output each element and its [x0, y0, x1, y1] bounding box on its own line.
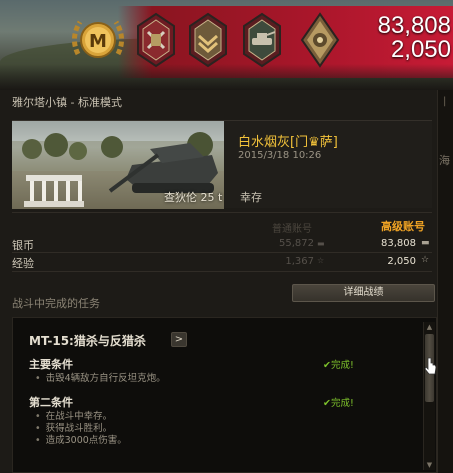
scroll-down-icon[interactable]: ▼: [424, 460, 435, 470]
primary-condition-item: 击毁4辆敌方自行反坦克炮。: [35, 370, 166, 384]
divider: [12, 212, 432, 213]
xp-premium-value: 2,050: [387, 256, 416, 267]
mastery-badge-icon[interactable]: M: [68, 10, 128, 70]
quest-name[interactable]: MT-15:猎杀与反猎杀: [29, 332, 146, 349]
side-divider-icon: |: [443, 96, 447, 107]
banner-totals: 83,808 2,050: [378, 14, 451, 62]
divider: [12, 271, 432, 272]
credits-premium-value: 83,808: [381, 238, 416, 249]
basic-account-header: 普通账号: [272, 224, 312, 235]
tank-name: 查狄伦 25 t: [164, 191, 223, 204]
medal-icon[interactable]: [134, 12, 178, 68]
detailed-report-button[interactable]: 详细战绩: [292, 284, 435, 302]
quest-scrollbar[interactable]: ▲ ▼: [423, 322, 435, 470]
credits-basic-value: 55,872: [279, 238, 314, 249]
banner-xp: 2,050: [390, 36, 451, 63]
xp-star-icon: ☆: [317, 256, 325, 265]
banner-credits: 83,808: [377, 12, 451, 39]
primary-condition-status: ✔完成!: [323, 360, 354, 371]
side-panel-label: 海: [439, 154, 450, 167]
mastery-letter: M: [89, 31, 107, 52]
banner-fade: [0, 64, 453, 90]
map-mode-title: 雅尔塔小镇 - 标准模式: [12, 96, 122, 109]
scroll-up-icon[interactable]: ▲: [424, 322, 435, 332]
survival-status: 幸存: [240, 191, 262, 204]
divider: [12, 252, 432, 253]
battle-datetime: 2015/3/18 10:26: [238, 150, 322, 161]
secondary-condition-item: 造成3000点伤害。: [35, 432, 127, 446]
achievements-banner: M 83,808 2,050: [0, 0, 453, 90]
quest-list: MT-15:猎杀与反猎杀 > 主要条件 ✔完成! 击毁4辆敌方自行反坦克炮。 第…: [12, 317, 437, 473]
credits-icon: ▬: [317, 239, 325, 248]
xp-star-icon: ☆: [421, 255, 430, 265]
secondary-condition-status: ✔完成!: [323, 398, 354, 409]
medal-icon[interactable]: [186, 12, 230, 68]
credits-label: 银币: [12, 239, 34, 252]
credits-icon: ▬: [421, 238, 430, 248]
xp-basic-value: 1,367: [285, 256, 314, 267]
side-panel-edge: | 海: [437, 90, 453, 473]
completed-quests-title: 战斗中完成的任务: [12, 297, 100, 310]
premium-account-header[interactable]: 高级账号: [381, 218, 425, 234]
medal-icon[interactable]: [298, 12, 342, 68]
mouse-cursor-icon: [424, 357, 437, 375]
xp-label: 经验: [12, 257, 34, 270]
medal-icon[interactable]: [240, 12, 284, 68]
player-name[interactable]: 白水烟灰[门♛萨]: [238, 131, 338, 150]
quest-open-arrow-icon[interactable]: >: [171, 332, 187, 347]
tank-result-card: 白水烟灰[门♛萨] 2015/3/18 10:26 查狄伦 25 t 幸存: [12, 120, 432, 209]
battle-results-panel: 雅尔塔小镇 - 标准模式 白水烟灰[门♛萨] 2015/3/18 10:26 查…: [0, 90, 437, 473]
